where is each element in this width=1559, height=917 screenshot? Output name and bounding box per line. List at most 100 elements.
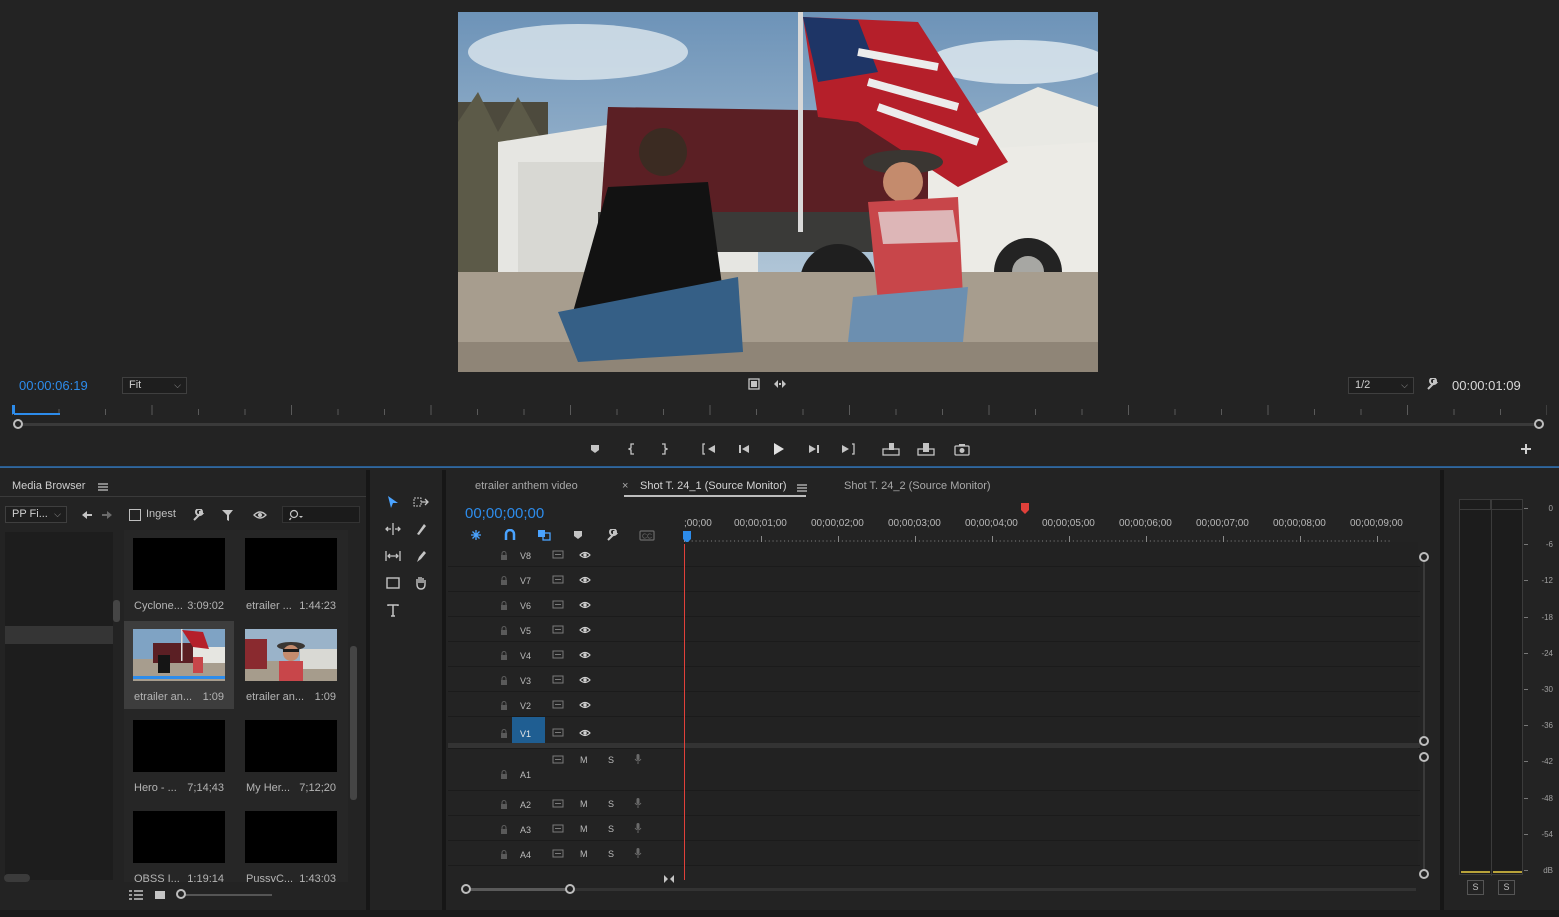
search-input[interactable] [282,506,360,523]
button-editor-plus-icon[interactable] [1518,441,1534,457]
mute-button[interactable]: M [580,824,588,834]
lock-icon[interactable] [500,800,508,809]
video-track-row[interactable]: V3 [448,667,1420,692]
solo-button[interactable]: S [608,824,614,834]
icon-view-icon[interactable] [152,888,168,902]
lock-icon[interactable] [500,729,508,738]
video-track-row[interactable]: V6 [448,592,1420,617]
track-name[interactable]: V3 [520,676,531,686]
eye-icon[interactable] [579,651,591,659]
track-clip-area[interactable] [684,791,1418,815]
track-clip-area[interactable] [684,667,1418,691]
audio-track-row[interactable]: A3 M S [448,816,1420,841]
rectangle-tool-icon[interactable] [384,574,402,592]
eye-icon[interactable] [579,676,591,684]
sync-lock-icon[interactable] [552,625,564,634]
lock-icon[interactable] [500,626,508,635]
track-clip-area[interactable] [684,592,1418,616]
lock-icon[interactable] [500,676,508,685]
sync-lock-icon[interactable] [552,675,564,684]
microphone-icon[interactable] [634,847,642,859]
sync-lock-icon[interactable] [552,799,564,808]
thumbnail-size-slider[interactable] [182,894,272,896]
track-name[interactable]: V6 [520,601,531,611]
source-time-ruler[interactable] [12,403,1547,415]
mute-button[interactable]: M [580,755,588,765]
track-clip-area[interactable] [684,748,1418,790]
audio-scroll-bottom-handle[interactable] [1419,869,1429,879]
lock-icon[interactable] [500,825,508,834]
timeline-zoom-left-handle[interactable] [461,884,471,894]
lock-icon[interactable] [500,551,508,560]
step-back-button[interactable] [736,441,752,457]
slip-tool-icon[interactable] [384,547,402,565]
ripple-edit-tool-icon[interactable] [384,520,402,538]
track-clip-area[interactable] [684,617,1418,641]
lock-icon[interactable] [500,701,508,710]
track-name[interactable]: V4 [520,651,531,661]
wrench-icon[interactable] [1424,376,1440,392]
eye-icon[interactable] [579,626,591,634]
solo-right-button[interactable]: S [1498,880,1515,895]
zoom-select[interactable]: Fit ⌵ [122,377,187,394]
track-name[interactable]: V7 [520,576,531,586]
sync-lock-icon[interactable] [552,600,564,609]
back-arrow-icon[interactable] [80,508,94,522]
timeline-zoom-right-handle[interactable] [565,884,575,894]
track-name[interactable]: A1 [520,770,531,780]
ingest-checkbox[interactable] [129,509,141,521]
track-clip-area[interactable] [684,567,1418,591]
video-scrollbar[interactable] [1423,562,1425,736]
media-item[interactable]: PussyC... 1:43:03 [236,803,346,882]
overwrite-button[interactable] [916,440,936,458]
video-track-row[interactable]: V2 [448,692,1420,717]
filter-icon[interactable] [220,507,236,523]
microphone-icon[interactable] [634,753,642,765]
media-item[interactable]: etrailer an... 1:09 [124,621,234,709]
folder-tree-hscrollbar[interactable] [4,874,30,882]
video-scroll-bottom-handle[interactable] [1419,736,1429,746]
wrench-icon[interactable] [190,507,206,523]
microphone-icon[interactable] [634,822,642,834]
source-zoom-scrollbar[interactable] [18,423,1539,426]
microphone-icon[interactable] [634,797,642,809]
track-clip-area[interactable] [684,816,1418,840]
audio-track-row[interactable]: A4 M S [448,841,1420,866]
go-to-out-button[interactable] [840,441,856,457]
audio-track-row[interactable]: A1 M S [448,748,1420,791]
resolution-select[interactable]: 1/2 ⌵ [1348,377,1414,394]
sync-lock-icon[interactable] [552,824,564,833]
go-to-in-button[interactable] [701,441,717,457]
timeline-zoom-bar[interactable] [466,888,570,891]
mark-out-button[interactable] [656,441,672,457]
forward-arrow-icon[interactable] [100,508,114,522]
zoom-fit-icon[interactable] [662,873,676,885]
video-track-row[interactable]: V4 [448,642,1420,667]
mark-in-button[interactable] [624,441,640,457]
step-forward-button[interactable] [806,441,822,457]
timeline-ruler[interactable]: ;00;00 00;00;01;00 00;00;02;00 00;00;03;00 0… [446,470,1440,546]
eye-icon[interactable] [579,576,591,584]
audio-track-row[interactable]: A2 M S [448,791,1420,816]
track-name[interactable]: V8 [520,551,531,561]
timeline-playhead-line[interactable] [684,544,685,880]
sync-lock-icon[interactable] [552,650,564,659]
media-item[interactable]: etrailer ... 1:44:23 [236,530,346,618]
eye-icon[interactable] [579,701,591,709]
track-clip-area[interactable] [684,692,1418,716]
track-name[interactable]: V2 [520,701,531,711]
sync-lock-icon[interactable] [552,755,564,764]
media-browser-title[interactable]: Media Browser [12,480,85,492]
clip-marker[interactable] [1021,503,1029,514]
path-select[interactable]: PP Fi... ⌵ [5,506,67,523]
lock-icon[interactable] [500,651,508,660]
drag-video-audio-icon[interactable] [772,376,788,392]
track-clip-area[interactable] [684,841,1418,865]
media-item[interactable]: Cyclone... 3:09:02 [124,530,234,618]
sync-lock-icon[interactable] [552,550,564,559]
lock-icon[interactable] [500,850,508,859]
settings-film-icon[interactable] [746,376,762,392]
eye-icon[interactable] [579,601,591,609]
video-track-row[interactable]: V5 [448,617,1420,642]
scroll-handle-right[interactable] [1534,419,1544,429]
